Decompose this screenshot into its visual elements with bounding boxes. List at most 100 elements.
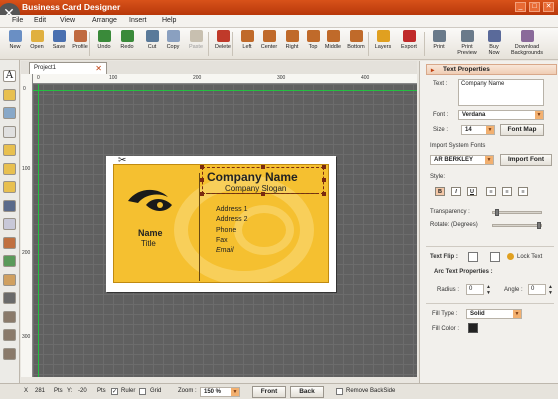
radius-label: Radius : bbox=[437, 287, 460, 293]
close-window-button[interactable]: ✕ bbox=[543, 2, 554, 12]
lock-text-label[interactable]: Lock Text bbox=[517, 254, 542, 260]
color-palette-icon[interactable] bbox=[3, 255, 16, 267]
resize-handle[interactable] bbox=[200, 178, 204, 182]
panel-divider bbox=[426, 303, 554, 304]
flip-vertical-icon[interactable] bbox=[490, 252, 500, 262]
transparency-label: Transparency : bbox=[430, 209, 470, 215]
system-font-select[interactable]: AR BERKLEY ▼ bbox=[430, 155, 494, 165]
toolbar-print-preview-button[interactable]: Print Preview bbox=[452, 30, 482, 56]
align-text-right-button[interactable]: ≡ bbox=[518, 187, 528, 196]
toolbar-redo-button[interactable]: Redo bbox=[114, 30, 140, 50]
align-text-left-button[interactable]: ≡ bbox=[486, 187, 496, 196]
transparency-slider[interactable] bbox=[492, 209, 542, 216]
angle-input[interactable]: 0 bbox=[528, 284, 546, 295]
front-button[interactable]: Front bbox=[252, 386, 286, 398]
menu-view[interactable]: View bbox=[60, 17, 75, 24]
menu-help[interactable]: Help bbox=[162, 17, 176, 24]
transparency-slider-knob[interactable] bbox=[495, 209, 500, 216]
remove-backside-checkbox[interactable] bbox=[336, 388, 343, 395]
ruler-tick: 200 bbox=[193, 75, 202, 81]
align-middle-icon bbox=[326, 30, 340, 42]
address2-text[interactable]: Address 2 bbox=[216, 216, 248, 223]
guide-line-horizontal[interactable] bbox=[33, 90, 417, 91]
tab-close-icon[interactable]: ✕ bbox=[95, 64, 102, 73]
toolbar-button-label: Export bbox=[401, 44, 417, 50]
company-slogan-text[interactable]: Company Slogan bbox=[225, 184, 286, 193]
menu-file[interactable]: File bbox=[12, 17, 23, 24]
font-map-button[interactable]: Font Map bbox=[500, 124, 544, 136]
resize-handle[interactable] bbox=[322, 192, 326, 196]
business-card[interactable]: Name Title Company Name Company Slogan A… bbox=[113, 164, 329, 283]
ruler-checkbox[interactable]: ✓ bbox=[111, 388, 118, 395]
email-text[interactable]: Email bbox=[216, 247, 234, 254]
toolbar-buy-now-button[interactable]: Buy Now bbox=[479, 30, 509, 56]
minimize-button[interactable]: _ bbox=[515, 2, 526, 12]
fax-text[interactable]: Fax bbox=[216, 237, 228, 244]
grid-checkbox[interactable] bbox=[139, 388, 146, 395]
angle-spinner-icon[interactable]: ▲ ▼ bbox=[548, 284, 553, 296]
card-name[interactable]: Name bbox=[138, 228, 163, 238]
lock-icon[interactable] bbox=[507, 253, 514, 260]
rotate-slider-knob[interactable] bbox=[536, 222, 541, 229]
flip-horizontal-icon[interactable] bbox=[468, 252, 478, 262]
help-icon[interactable] bbox=[3, 347, 16, 360]
font-select[interactable]: Verdana ▼ bbox=[458, 110, 544, 120]
folder-icon[interactable] bbox=[3, 181, 16, 193]
toolbar-download-backgrounds-button[interactable]: Download Backgrounds bbox=[507, 30, 547, 56]
resize-handle[interactable] bbox=[322, 165, 326, 169]
fill-color-swatch[interactable] bbox=[468, 323, 478, 333]
toolbar-export-button[interactable]: Export bbox=[396, 30, 422, 50]
rotate-slider[interactable] bbox=[492, 222, 542, 229]
toolbar-button-label: Print bbox=[433, 44, 445, 50]
import-font-button[interactable]: Import Font bbox=[500, 154, 552, 166]
text-input[interactable]: Company Name bbox=[458, 79, 544, 106]
toolbar-bottom-button[interactable]: Bottom bbox=[343, 30, 369, 50]
address1-text[interactable]: Address 1 bbox=[216, 206, 248, 213]
shapes-icon[interactable] bbox=[3, 144, 16, 156]
toolbar-print-button[interactable]: Print bbox=[426, 30, 452, 50]
lock-icon[interactable] bbox=[3, 310, 16, 323]
tab-project1[interactable]: Project1 ✕ bbox=[29, 62, 107, 74]
resize-handle[interactable] bbox=[261, 165, 265, 169]
fill-type-select[interactable]: Solid ▼ bbox=[466, 309, 522, 319]
bold-button[interactable]: B bbox=[435, 187, 445, 196]
folder-icon[interactable] bbox=[3, 88, 16, 101]
angle-label: Angle : bbox=[504, 287, 523, 293]
paint-icon[interactable] bbox=[3, 236, 16, 249]
company-logo-icon[interactable] bbox=[124, 185, 178, 215]
menu-arrange[interactable]: Arrange bbox=[92, 17, 117, 24]
text-tool-icon[interactable]: A bbox=[3, 70, 16, 82]
settings-icon[interactable] bbox=[3, 329, 16, 341]
save-icon bbox=[52, 30, 66, 42]
resize-handle[interactable] bbox=[322, 178, 326, 182]
star-icon[interactable] bbox=[3, 125, 16, 138]
toolbar-layers-button[interactable]: Layers bbox=[370, 30, 396, 50]
italic-button[interactable]: I bbox=[451, 187, 461, 196]
company-name-text[interactable]: Company Name bbox=[207, 170, 298, 184]
text-properties-header[interactable]: ▸ Text Properties bbox=[426, 64, 557, 75]
phone-text[interactable]: Phone bbox=[216, 227, 236, 234]
maximize-button[interactable]: □ bbox=[529, 2, 540, 12]
resize-handle[interactable] bbox=[200, 165, 204, 169]
toolbar-paste-button[interactable]: Paste bbox=[183, 30, 209, 50]
image-icon[interactable] bbox=[3, 107, 16, 119]
menu-insert[interactable]: Insert bbox=[129, 17, 147, 24]
chevron-down-icon: ▼ bbox=[486, 126, 494, 134]
design-canvas[interactable]: 0 100 200 300 400 0 100 200 300 ✂ Name T… bbox=[21, 74, 417, 377]
barcode-icon[interactable] bbox=[3, 199, 16, 212]
radius-input[interactable]: 0 bbox=[466, 284, 484, 295]
guide-line-vertical[interactable] bbox=[38, 84, 39, 377]
menu-edit[interactable]: Edit bbox=[34, 17, 46, 24]
card-title[interactable]: Title bbox=[141, 239, 156, 248]
crop-icon[interactable] bbox=[3, 218, 16, 230]
back-button[interactable]: Back bbox=[290, 386, 324, 398]
zoom-select[interactable]: 150 % ▼ bbox=[200, 387, 240, 397]
resize-handle[interactable] bbox=[200, 192, 204, 196]
radius-spinner-icon[interactable]: ▲ ▼ bbox=[486, 284, 491, 296]
align-text-center-button[interactable]: ≡ bbox=[502, 187, 512, 196]
folder-open-icon[interactable] bbox=[3, 162, 16, 175]
fill-icon[interactable] bbox=[3, 292, 16, 304]
underline-button[interactable]: U bbox=[467, 187, 477, 196]
size-select[interactable]: 14 ▼ bbox=[461, 125, 495, 135]
pen-icon[interactable] bbox=[3, 273, 16, 286]
